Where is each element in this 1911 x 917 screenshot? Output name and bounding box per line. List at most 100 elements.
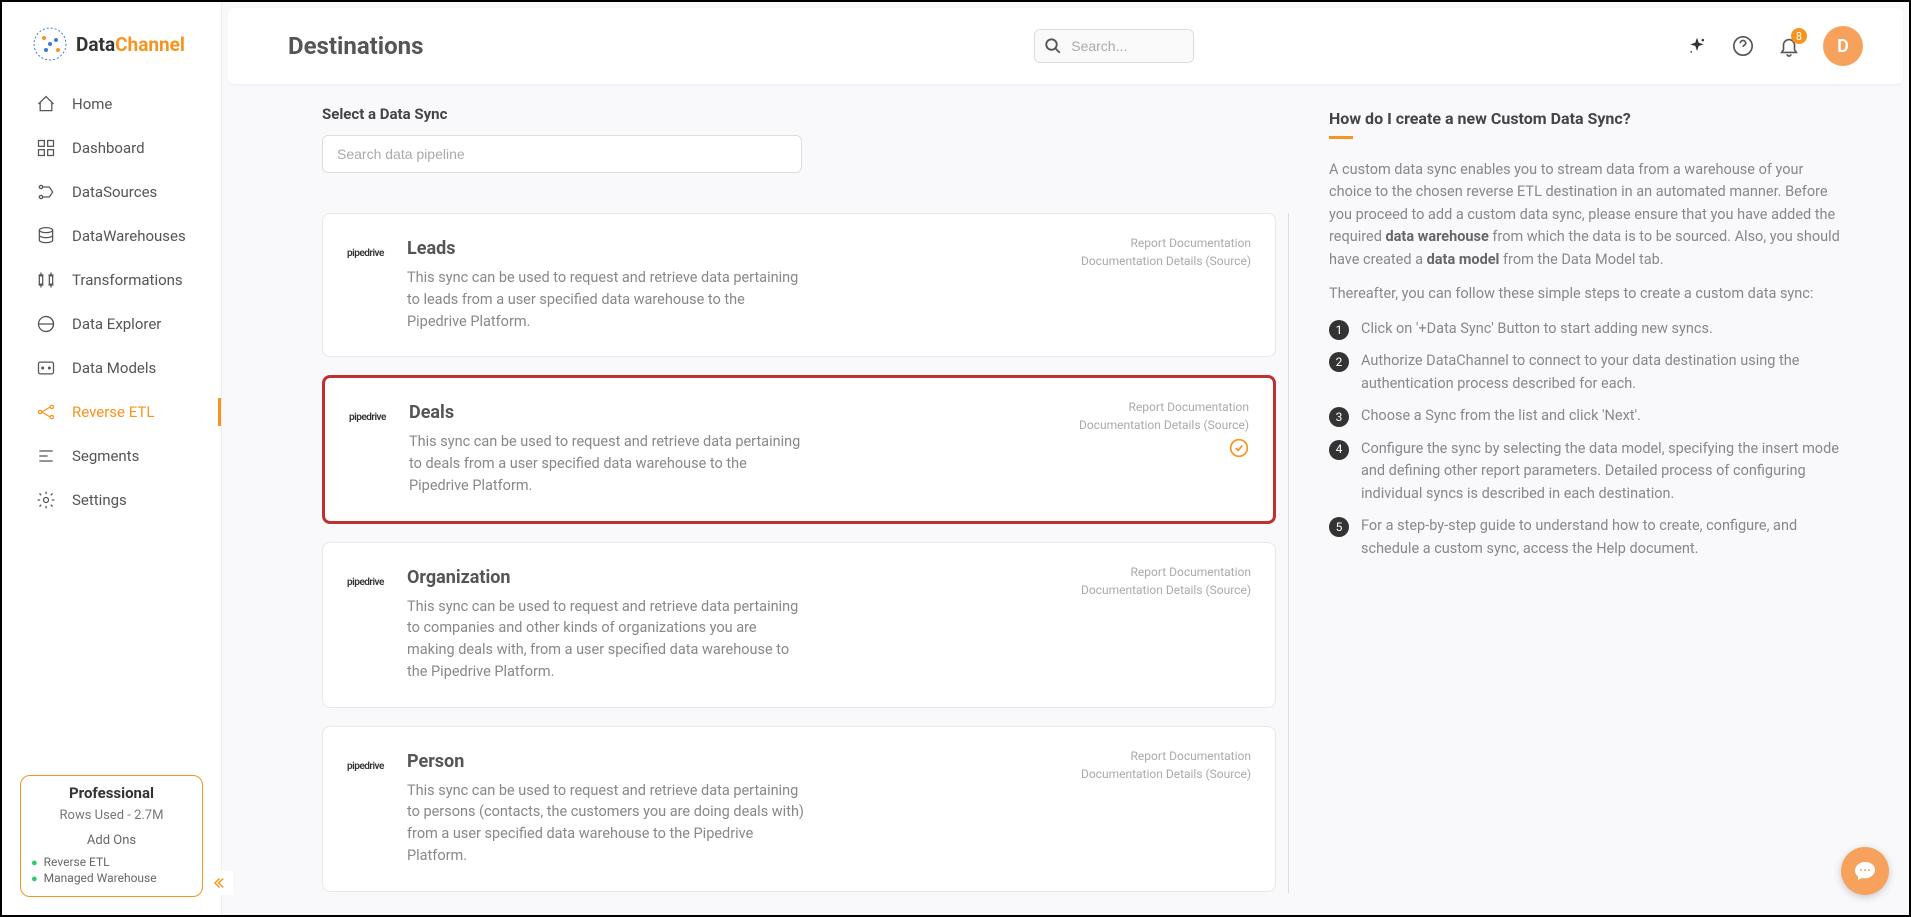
plan-rows: Rows Used - 2.7M bbox=[31, 808, 192, 823]
nav-list: Home Dashboard DataSources DataWarehouse… bbox=[2, 82, 221, 775]
chevron-left-icon bbox=[212, 874, 230, 892]
source-doc-link[interactable]: Documentation Details (Source) bbox=[1079, 416, 1249, 434]
step-number: 1 bbox=[1329, 320, 1349, 340]
help-step: 3 Choose a Sync from the list and click '… bbox=[1329, 405, 1849, 427]
pipeline-search-input[interactable] bbox=[322, 135, 802, 173]
step-number: 2 bbox=[1329, 352, 1349, 372]
sparkle-button[interactable] bbox=[1685, 34, 1709, 58]
sync-card[interactable]: pipedrive Deals This sync can be used to… bbox=[322, 375, 1276, 523]
nav-label: Data Models bbox=[72, 359, 156, 377]
sidebar: DataChannel Home Dashboard DataSources D… bbox=[2, 2, 222, 915]
notif-badge: 8 bbox=[1791, 28, 1807, 44]
check-icon: ● bbox=[31, 856, 38, 869]
segments-icon bbox=[36, 446, 56, 466]
chat-icon bbox=[1853, 859, 1877, 883]
card-logo: pipedrive bbox=[347, 751, 387, 867]
card-links: Report Documentation Documentation Detai… bbox=[1081, 747, 1251, 783]
card-logo: pipedrive bbox=[349, 402, 389, 496]
source-doc-link[interactable]: Documentation Details (Source) bbox=[1081, 252, 1251, 270]
reverseetl-icon bbox=[36, 402, 56, 422]
help-step: 1 Click on '+Data Sync' Button to start a… bbox=[1329, 318, 1849, 340]
help-para: A custom data sync enables you to stream… bbox=[1329, 159, 1849, 271]
collapse-sidebar-button[interactable] bbox=[209, 871, 233, 895]
sidebar-item-datawarehouses[interactable]: DataWarehouses bbox=[2, 214, 221, 258]
topbar: Destinations 8 D bbox=[228, 8, 1903, 85]
nav-label: Dashboard bbox=[72, 139, 145, 157]
plan-addon: ●Reverse ETL bbox=[31, 854, 192, 870]
right-column: How do I create a new Custom Data Sync? … bbox=[1329, 105, 1869, 915]
sidebar-item-settings[interactable]: Settings bbox=[2, 478, 221, 522]
card-desc: This sync can be used to request and ret… bbox=[407, 596, 807, 683]
nav-label: Segments bbox=[72, 447, 139, 465]
card-links: Report Documentation Documentation Detai… bbox=[1079, 398, 1249, 434]
help-step: 4Configure the sync by selecting the dat… bbox=[1329, 438, 1849, 505]
page-title: Destinations bbox=[288, 32, 423, 60]
selected-check-icon bbox=[1229, 438, 1249, 463]
cards-list[interactable]: pipedrive Leads This sync can be used to… bbox=[322, 213, 1289, 893]
avatar[interactable]: D bbox=[1823, 26, 1863, 66]
step-text: Choose a Sync from the list and click 'N… bbox=[1361, 405, 1641, 427]
sync-card[interactable]: pipedrive Leads This sync can be used to… bbox=[322, 213, 1276, 357]
content: Destinations 8 D Select a Data Sync pipe… bbox=[222, 2, 1909, 915]
body-area: Select a Data Sync pipedrive Leads This … bbox=[222, 85, 1909, 915]
transformations-icon bbox=[36, 270, 56, 290]
sidebar-item-datasources[interactable]: DataSources bbox=[2, 170, 221, 214]
report-doc-link[interactable]: Report Documentation bbox=[1081, 234, 1251, 252]
help-title: How do I create a new Custom Data Sync? bbox=[1329, 109, 1849, 128]
card-desc: This sync can be used to request and ret… bbox=[407, 780, 807, 867]
step-text: Click on '+Data Sync' Button to start ad… bbox=[1361, 318, 1713, 340]
sidebar-item-transformations[interactable]: Transformations bbox=[2, 258, 221, 302]
logo-icon bbox=[32, 26, 68, 62]
notifications-button[interactable]: 8 bbox=[1777, 34, 1801, 58]
report-doc-link[interactable]: Report Documentation bbox=[1079, 398, 1249, 416]
source-doc-link[interactable]: Documentation Details (Source) bbox=[1081, 765, 1251, 783]
card-desc: This sync can be used to request and ret… bbox=[409, 431, 809, 496]
sync-card[interactable]: pipedrive Organization This sync can be … bbox=[322, 542, 1276, 708]
search-wrap bbox=[1034, 29, 1194, 63]
nav-label: DataWarehouses bbox=[72, 227, 186, 245]
card-logo: pipedrive bbox=[347, 567, 387, 683]
step-text: For a step-by-step guide to understand h… bbox=[1361, 515, 1849, 560]
nav-label: Home bbox=[72, 95, 112, 113]
plan-name: Professional bbox=[31, 784, 192, 802]
nav-label: Data Explorer bbox=[72, 315, 161, 333]
source-doc-link[interactable]: Documentation Details (Source) bbox=[1081, 581, 1251, 599]
home-icon bbox=[36, 94, 56, 114]
report-doc-link[interactable]: Report Documentation bbox=[1081, 747, 1251, 765]
report-doc-link[interactable]: Report Documentation bbox=[1081, 563, 1251, 581]
sidebar-item-home[interactable]: Home bbox=[2, 82, 221, 126]
search-icon bbox=[1044, 37, 1062, 55]
nav-label: Transformations bbox=[72, 271, 183, 289]
sidebar-item-datamodels[interactable]: Data Models bbox=[2, 346, 221, 390]
help-para: Thereafter, you can follow these simple … bbox=[1329, 283, 1849, 305]
models-icon bbox=[36, 358, 56, 378]
card-logo: pipedrive bbox=[347, 238, 387, 332]
nav-label: DataSources bbox=[72, 183, 157, 201]
sync-card[interactable]: pipedrive Person This sync can be used t… bbox=[322, 726, 1276, 892]
chat-fab[interactable] bbox=[1841, 847, 1889, 895]
card-desc: This sync can be used to request and ret… bbox=[407, 267, 807, 332]
underline bbox=[1329, 136, 1353, 139]
card-links: Report Documentation Documentation Detai… bbox=[1081, 563, 1251, 599]
explorer-icon bbox=[36, 314, 56, 334]
help-step: 5For a step-by-step guide to understand … bbox=[1329, 515, 1849, 560]
gear-icon bbox=[36, 490, 56, 510]
card-links: Report Documentation Documentation Detai… bbox=[1081, 234, 1251, 270]
step-text: Configure the sync by selecting the data… bbox=[1361, 438, 1849, 505]
plan-addon: ●Managed Warehouse bbox=[31, 870, 192, 886]
sidebar-item-reverseetl[interactable]: Reverse ETL bbox=[2, 390, 221, 434]
top-actions: 8 D bbox=[1685, 26, 1863, 66]
step-number: 3 bbox=[1329, 407, 1349, 427]
sparkle-icon bbox=[1687, 36, 1707, 56]
sidebar-item-segments[interactable]: Segments bbox=[2, 434, 221, 478]
help-icon bbox=[1732, 35, 1754, 57]
plan-box: Professional Rows Used - 2.7M Add Ons ●R… bbox=[20, 775, 203, 897]
help-button[interactable] bbox=[1731, 34, 1755, 58]
dashboard-icon bbox=[36, 138, 56, 158]
plan-addons-title: Add Ons bbox=[31, 833, 192, 848]
sidebar-item-dashboard[interactable]: Dashboard bbox=[2, 126, 221, 170]
warehouse-icon bbox=[36, 226, 56, 246]
sidebar-item-dataexplorer[interactable]: Data Explorer bbox=[2, 302, 221, 346]
logo[interactable]: DataChannel bbox=[2, 2, 221, 82]
logo-text: DataChannel bbox=[76, 33, 185, 56]
